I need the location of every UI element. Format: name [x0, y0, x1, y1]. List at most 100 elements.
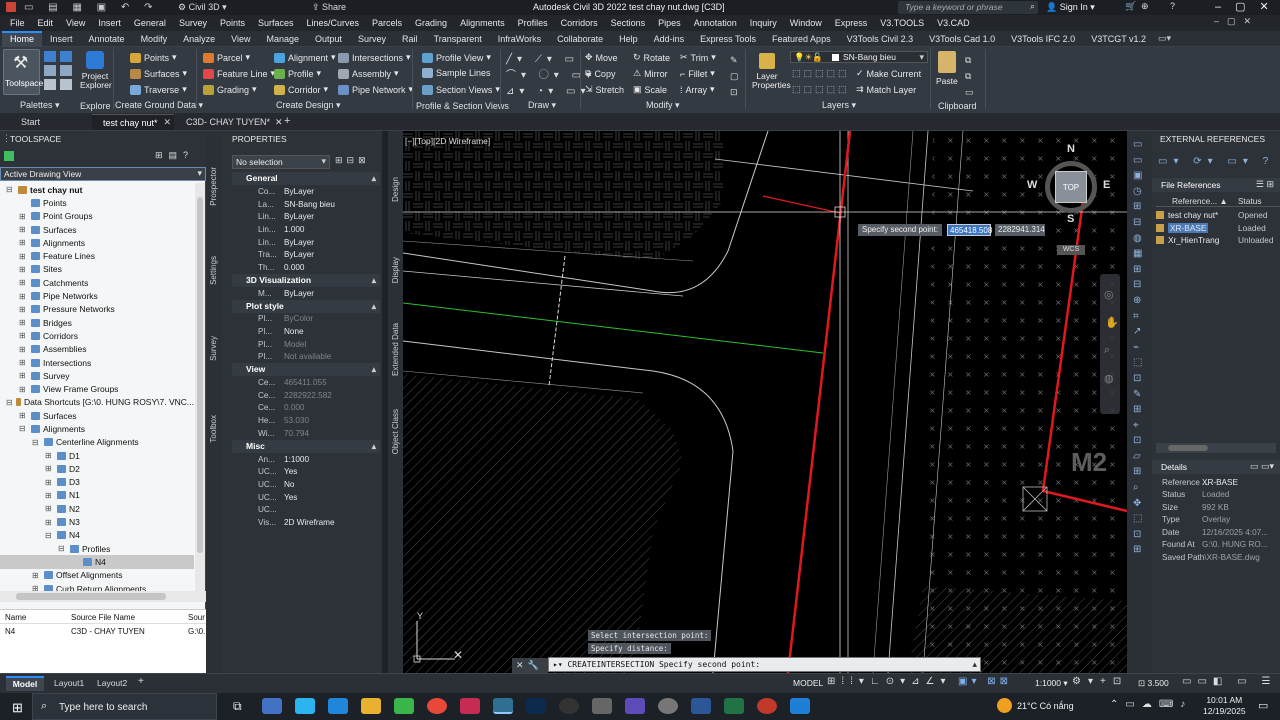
xref-hscrollbar[interactable]	[1156, 443, 1276, 453]
tree-node[interactable]: N4	[0, 555, 194, 569]
model-space-toggle[interactable]: MODEL	[793, 678, 823, 688]
tree-node[interactable]: ⊞ Offset Alignments	[0, 569, 194, 582]
modify-group-title[interactable]: Modify ▾	[646, 100, 680, 111]
menu-item[interactable]: V3.TOOLS	[880, 18, 924, 28]
tree-node[interactable]: ⊞ Feature Lines	[0, 249, 194, 262]
property-value[interactable]: None	[284, 327, 304, 336]
hatch-block-weave[interactable]	[403, 131, 723, 261]
property-row[interactable]: Pl... ByColor	[232, 313, 380, 326]
expand-icon[interactable]: ⊞	[19, 318, 28, 327]
toolspace-app-icon[interactable]	[4, 151, 14, 161]
doc-window-controls[interactable]: –▢✕	[1214, 16, 1259, 27]
move-button[interactable]: ✥ Move	[585, 52, 618, 63]
col-source-file[interactable]: Source File Name	[71, 613, 135, 622]
ribbon-tab[interactable]: Insert	[42, 31, 81, 47]
palette-icon[interactable]	[44, 65, 56, 76]
expand-icon[interactable]: ⊞	[19, 212, 28, 221]
wcs-menu[interactable]: WCS	[1057, 245, 1085, 255]
tree-node[interactable]: ⊞ N3	[0, 515, 194, 528]
excel-icon[interactable]	[724, 698, 744, 714]
window-controls[interactable]: –▢✕	[1215, 0, 1280, 13]
tab-model[interactable]: Model	[6, 676, 44, 691]
ribbon-tab[interactable]: Survey	[350, 31, 394, 47]
property-row[interactable]: Th... 0.000	[232, 261, 380, 274]
col-status[interactable]: Status	[1238, 196, 1262, 206]
tab-extended-data[interactable]: Extended Data	[391, 323, 400, 376]
profile-button[interactable]: Profile ▾	[274, 68, 321, 79]
ribbon-tab[interactable]: Annotate	[81, 31, 133, 47]
property-row[interactable]: Pl... Model	[232, 338, 380, 351]
sign-in-button[interactable]: 👤 Sign In ▾	[1046, 2, 1095, 13]
expand-icon[interactable]: ⊟	[58, 544, 67, 553]
tree-node[interactable]: ⊞ Assemblies	[0, 343, 194, 356]
menu-item[interactable]: Survey	[179, 18, 207, 28]
layer-tool-icons[interactable]: ⬚⬚⬚⬚⬚	[792, 68, 850, 79]
expand-icon[interactable]: ⊞	[32, 571, 41, 580]
notifications-icon[interactable]: ▭	[1258, 699, 1268, 712]
viewcube[interactable]: TOP N S E W	[1027, 143, 1110, 225]
navigation-bar[interactable]: ◎ ✋ ⌕ ◍	[1100, 274, 1120, 414]
menu-item[interactable]: Sections	[611, 18, 646, 28]
palette-small-buttons[interactable]	[44, 51, 74, 91]
intersections-button[interactable]: Intersections ▾	[338, 52, 411, 63]
tab-start[interactable]: Start	[21, 117, 40, 127]
tree-node[interactable]: ⊞ Bridges	[0, 316, 194, 329]
property-row[interactable]: Lin... 1.000	[232, 223, 380, 236]
app-icon[interactable]	[295, 698, 315, 714]
scale-button[interactable]: ▣ Scale	[633, 84, 667, 95]
property-value[interactable]: SN-Bang bieu	[284, 200, 335, 209]
pan-icon[interactable]: ✋	[1105, 316, 1119, 329]
status-extra-icons[interactable]: ▭▭◧ ▭ ☰	[1182, 676, 1276, 687]
property-row[interactable]: Pl... None	[232, 325, 380, 338]
menu-item[interactable]: Inquiry	[750, 18, 777, 28]
ground-group-title[interactable]: Create Ground Data ▾	[115, 100, 203, 111]
drawing-viewport[interactable]: ×	[403, 131, 1127, 673]
tree-node[interactable]: ⊞ Surfaces	[0, 223, 194, 236]
menu-item[interactable]: Surfaces	[258, 18, 294, 28]
profile-view-button[interactable]: Profile View ▾	[422, 52, 491, 63]
expand-icon[interactable]: ⊞	[19, 238, 28, 247]
menu-item[interactable]: Express	[835, 18, 868, 28]
new-tab-icon[interactable]: +	[284, 115, 290, 127]
property-row[interactable]: Pl... Not available	[232, 351, 380, 364]
stretch-button[interactable]: ⇲ Stretch	[585, 84, 624, 95]
feature-line-button[interactable]: Feature Line ▾	[203, 68, 275, 79]
details-view-icons[interactable]: ▭ ▭▾	[1250, 461, 1274, 472]
tree-node[interactable]: Points	[0, 196, 194, 209]
add-layout-icon[interactable]: +	[138, 676, 144, 687]
compass-west[interactable]: W	[1027, 179, 1037, 191]
menu-item[interactable]: Alignments	[460, 18, 505, 28]
right-tool-icons[interactable]: ▭ ▭ ▣ ◷ ⊞ ⊟ ◍ ▦ ⊞ ⊟ ⊕ ⌗ ↗ ⌁ ⬚ ⊡ ✎ ⊞ ⌖ ⊡ ▱ ⊞ ⌕ ✥ ⬚ ⊡ ⊞	[1133, 137, 1142, 558]
modify-extra-icons[interactable]: ✎ ▢ ⊡	[730, 52, 739, 100]
expand-icon[interactable]: ⊞	[19, 345, 28, 354]
alignment-line-green[interactable]	[403, 302, 824, 354]
expand-icon[interactable]: ⊟	[6, 398, 13, 407]
property-row[interactable]: M... ByLayer	[232, 287, 380, 300]
expand-icon[interactable]: ⊞	[19, 331, 28, 340]
property-section-header[interactable]: 3D Visualization ▴	[232, 273, 380, 287]
property-row[interactable]: Ce... 2282922.582	[232, 389, 380, 402]
civil3d-icon[interactable]	[493, 698, 513, 714]
property-row[interactable]: UC...	[232, 503, 380, 516]
palette-icon[interactable]	[60, 51, 72, 62]
ribbon-tab[interactable]: Featured Apps	[764, 31, 839, 47]
app-icon[interactable]	[460, 698, 480, 714]
ribbon-tab[interactable]: V3Tools Cad 1.0	[921, 31, 1003, 47]
weather-icon[interactable]	[997, 698, 1012, 713]
menu-item[interactable]: Lines/Curves	[307, 18, 360, 28]
menu-item[interactable]: General	[134, 18, 166, 28]
tree-node[interactable]: ⊞ Sites	[0, 263, 194, 276]
menu-item[interactable]: Corridors	[561, 18, 598, 28]
expand-icon[interactable]: ⊞	[45, 491, 54, 500]
property-value[interactable]: 1:1000	[284, 455, 309, 464]
tree-node[interactable]: ⊞ N2	[0, 502, 194, 515]
selection-toggles[interactable]: ▣▾ ⊠⊠	[958, 676, 1012, 687]
xref-toolbar-icons[interactable]: ▭▾ ⟳▾ ▭▾ ?	[1158, 156, 1274, 167]
expand-icon[interactable]: ⊟	[6, 185, 15, 194]
hatch-block-diagonal[interactable]	[403, 374, 683, 673]
property-section-header[interactable]: General ▴	[232, 172, 380, 185]
property-value[interactable]: 2282922.582	[284, 391, 332, 400]
property-value[interactable]: No	[284, 480, 294, 489]
viewcube-top-face[interactable]: TOP	[1055, 171, 1087, 203]
app-icon[interactable]	[625, 698, 645, 714]
